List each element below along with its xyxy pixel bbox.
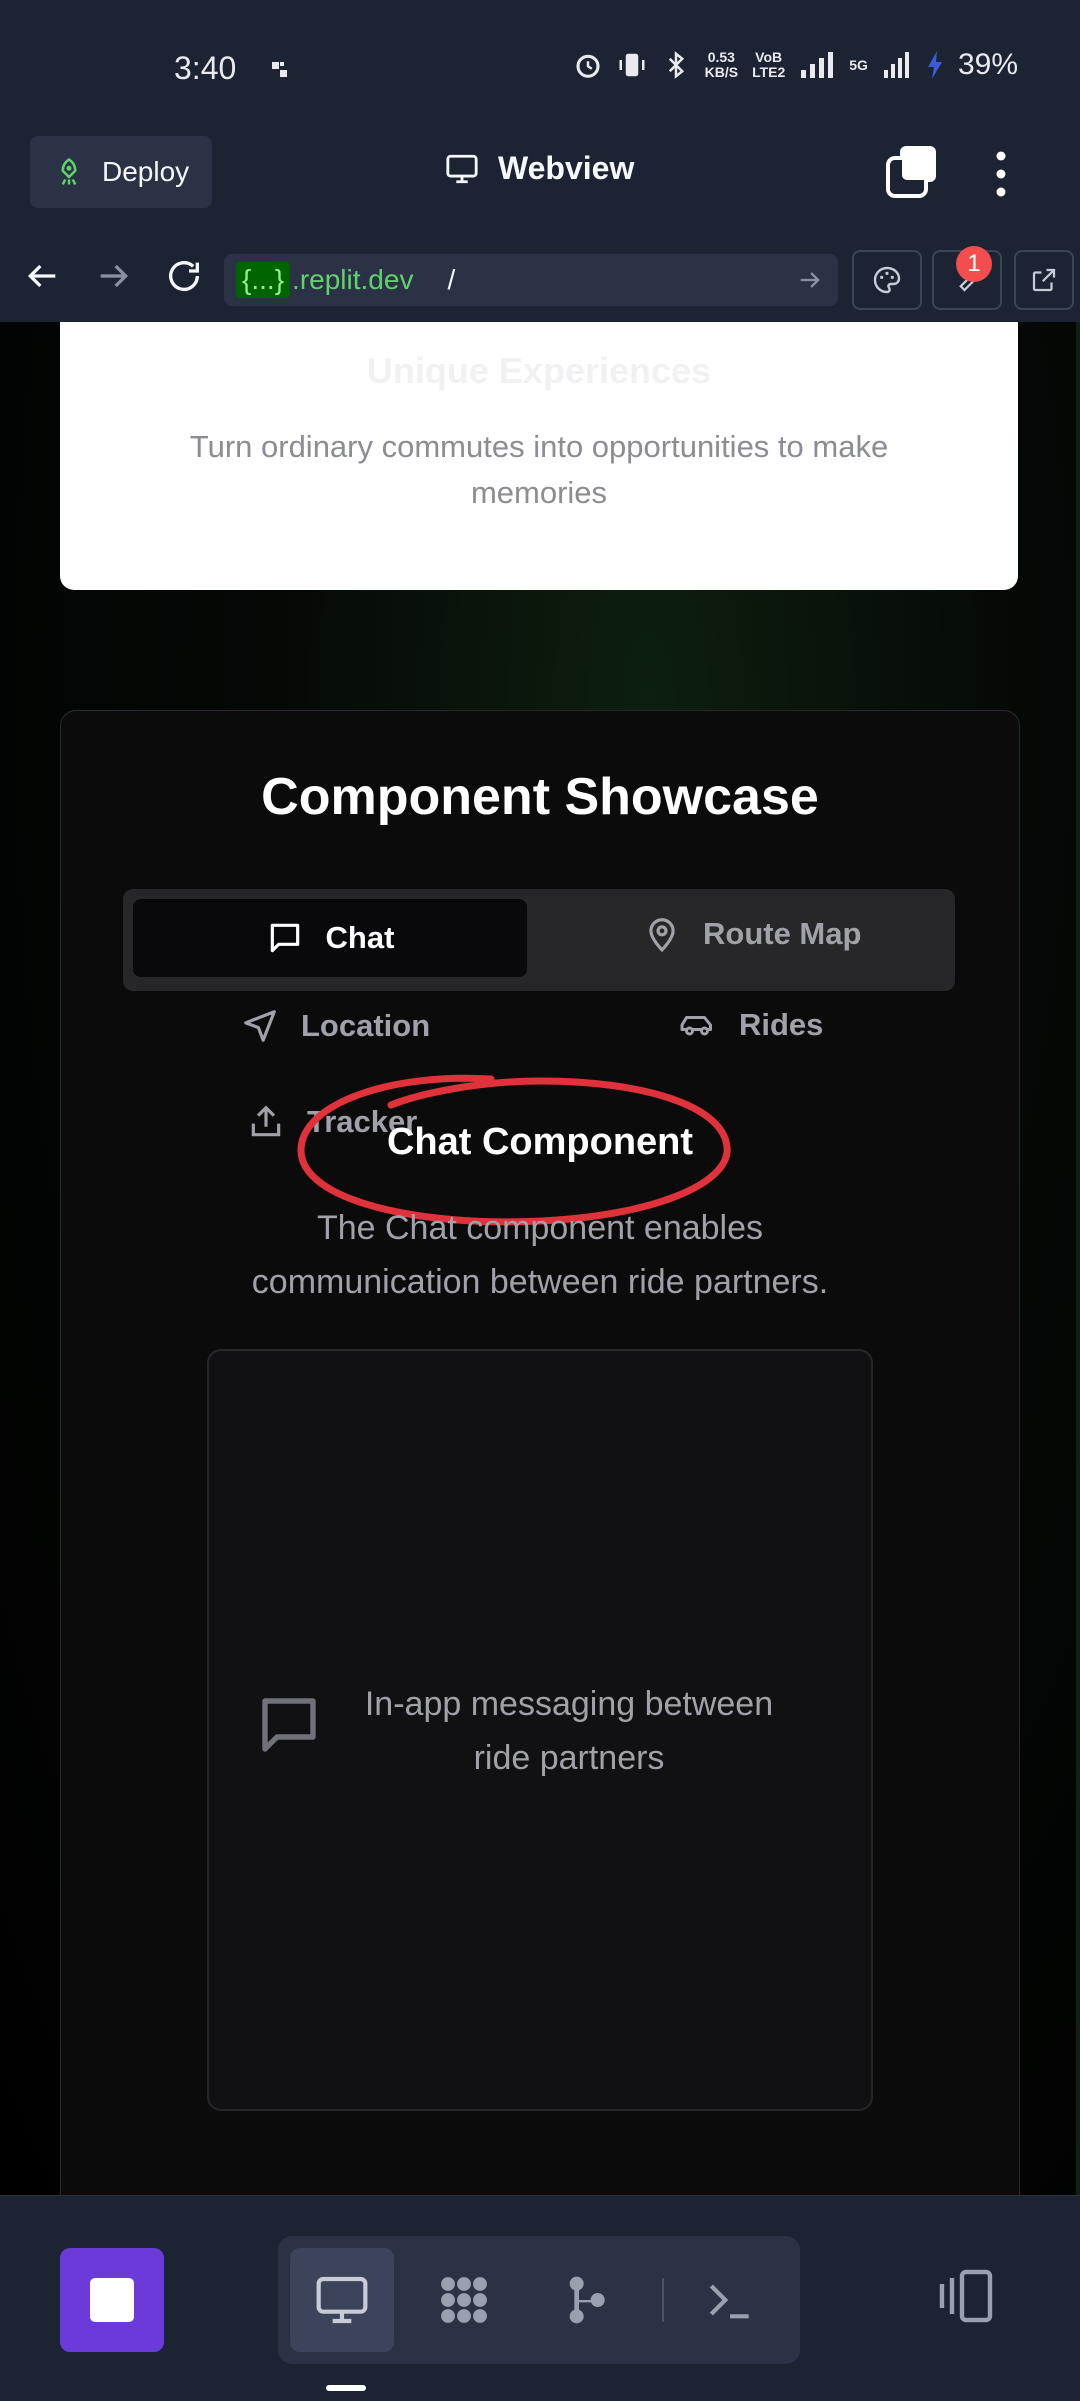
component-showcase: Component Showcase Chat Route Map Locati… — [60, 710, 1020, 2195]
packages-pane-button[interactable] — [412, 2248, 516, 2352]
packages-icon — [441, 2277, 487, 2323]
shell-pane-button[interactable] — [678, 2248, 782, 2352]
volte-indicator: VoB LTE2 — [752, 50, 785, 80]
net-speed-value: 0.53 — [707, 49, 735, 65]
tab-rides[interactable]: Rides — [677, 1007, 823, 1043]
feature-description: Turn ordinary commutes into opportunitie… — [189, 429, 889, 510]
signal-icon — [801, 52, 834, 78]
monitor-icon — [446, 154, 478, 183]
car-icon — [680, 1016, 712, 1036]
external-link-icon — [1032, 268, 1056, 292]
terminal-icon — [709, 2284, 749, 2319]
monitor-icon — [316, 2276, 368, 2324]
tab-rides-label: Rides — [739, 1007, 824, 1042]
status-bar: 3:40 0.53 KB/S VoB LTE2 5G 39% — [0, 0, 1080, 120]
webview-pane-button[interactable] — [290, 2248, 394, 2352]
pane-switcher — [278, 2236, 800, 2364]
status-icons: 0.53 KB/S VoB LTE2 5G 39% — [573, 48, 1018, 82]
stop-icon — [90, 2278, 134, 2322]
net-speed: 0.53 KB/S — [705, 50, 738, 80]
navigation-icon — [244, 1010, 276, 1042]
theme-palette-button[interactable] — [852, 250, 922, 310]
app-header: Deploy Webview — [0, 120, 1080, 239]
deploy-button[interactable]: Deploy — [30, 136, 212, 208]
url-host: .replit.dev — [292, 264, 414, 295]
net-speed-unit: KB/S — [704, 64, 739, 80]
charging-icon — [927, 51, 942, 79]
forward-arrow-icon[interactable] — [94, 256, 134, 296]
url-path: / — [447, 264, 456, 295]
webview-title: Webview — [444, 150, 634, 187]
tab-chat[interactable]: Chat — [133, 899, 527, 977]
webview-title-text: Webview — [498, 150, 635, 186]
bottom-toolbar — [0, 2195, 1080, 2401]
url-brace: {...} — [236, 262, 291, 298]
split-view-icon[interactable] — [934, 2268, 998, 2324]
volte-bottom: LTE2 — [752, 64, 786, 80]
message-square-icon — [262, 1698, 316, 1752]
home-indicator — [326, 2385, 366, 2391]
back-arrow-icon[interactable] — [22, 256, 62, 296]
notification-dot-icon — [272, 62, 287, 77]
tab-route-map[interactable]: Route Map — [643, 915, 861, 953]
tab-route-map-label: Route Map — [703, 916, 862, 951]
more-vertical-icon[interactable] — [986, 146, 1016, 202]
palette-icon — [873, 266, 901, 294]
vibrate-icon — [619, 53, 645, 77]
tabs-icon[interactable] — [884, 144, 940, 200]
battery-level: 39% — [957, 48, 1018, 81]
volte-top: VoB — [755, 49, 783, 65]
url-input[interactable]: {...} .replit.dev / — [224, 254, 838, 306]
component-heading: Chat Component — [386, 1121, 694, 1163]
page-edge — [1076, 322, 1080, 2195]
feature-card: Unique Experiences Turn ordinary commute… — [60, 322, 1018, 590]
pane-divider — [662, 2278, 664, 2322]
reload-icon[interactable] — [164, 256, 204, 296]
devtools-badge: 1 — [956, 246, 992, 282]
chat-preview-text: In-app messaging between ride partners — [364, 1685, 774, 1777]
feature-title: Unique Experiences — [366, 350, 712, 391]
deploy-icon — [61, 157, 77, 186]
deploy-label: Deploy — [102, 156, 190, 187]
bluetooth-icon — [668, 51, 684, 79]
message-square-icon — [270, 923, 299, 953]
alarm-icon — [576, 54, 600, 78]
webview-content: Unique Experiences Turn ordinary commute… — [0, 322, 1080, 2195]
open-new-tab-button[interactable] — [1014, 250, 1074, 310]
signal-2-icon — [883, 52, 909, 78]
tab-location[interactable]: Location — [241, 1007, 430, 1045]
stop-button[interactable] — [60, 2248, 164, 2352]
showcase-title: Component Showcase — [261, 768, 819, 826]
url-bar: {...} .replit.dev / 1 — [0, 238, 1080, 323]
tab-location-label: Location — [301, 1008, 431, 1043]
git-pane-button[interactable] — [534, 2248, 638, 2352]
network-type: 5G — [849, 56, 868, 73]
tab-chat-label: Chat — [325, 920, 395, 955]
go-arrow-icon[interactable] — [796, 266, 824, 294]
git-icon — [569, 2276, 605, 2324]
status-time: 3:40 — [174, 50, 237, 86]
component-description: The Chat component enables communication… — [251, 1209, 829, 1301]
chat-preview-panel: In-app messaging between ride partners — [207, 1349, 873, 2111]
map-pin-icon — [649, 918, 675, 953]
